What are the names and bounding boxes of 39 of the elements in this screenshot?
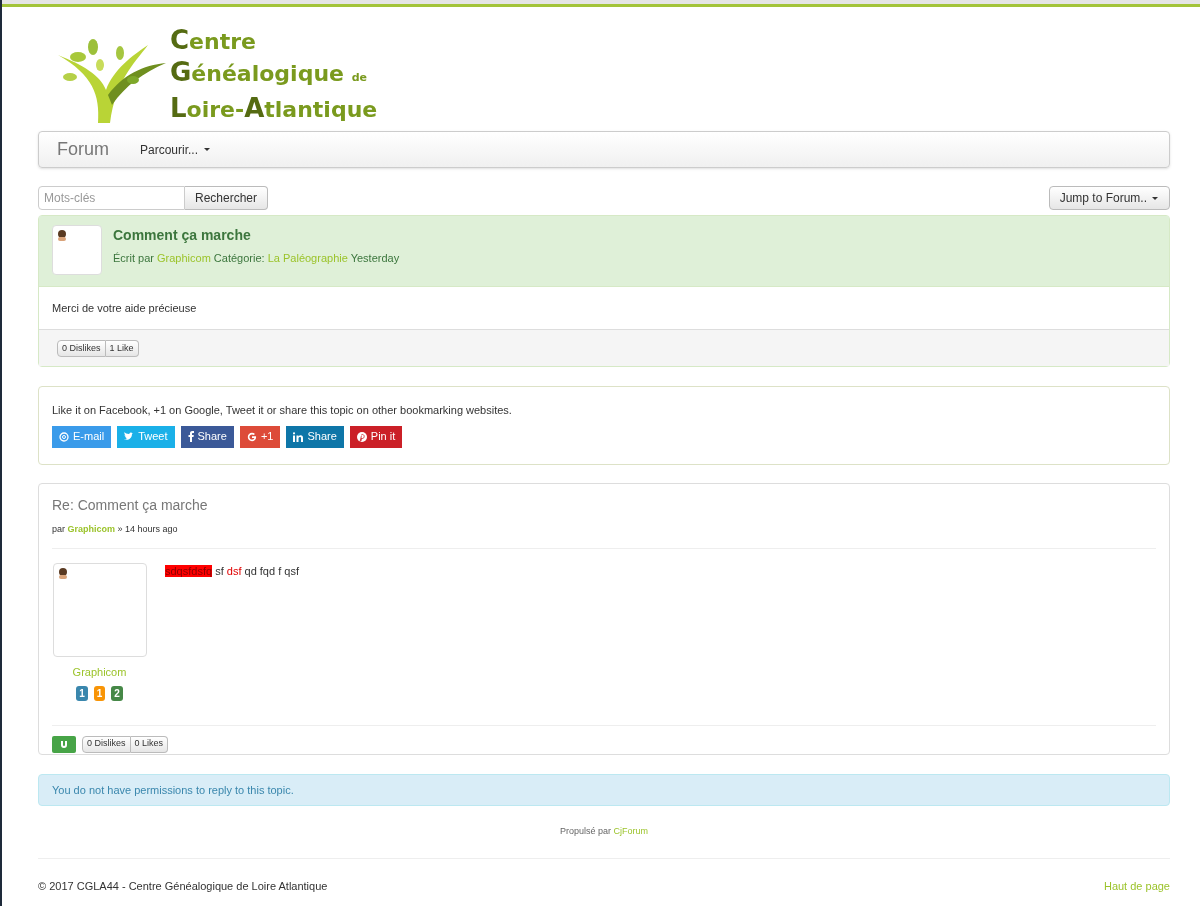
caret-icon — [1151, 195, 1159, 201]
vote-button[interactable]: 1 Like — [105, 340, 139, 357]
google-icon — [246, 431, 257, 442]
vote-button[interactable]: 0 Dislikes — [57, 340, 106, 357]
search-field[interactable]: Mots-clés — [38, 186, 185, 210]
linkedin-icon — [293, 431, 304, 442]
count-badge: 2 — [111, 686, 123, 701]
share-button[interactable]: +1 — [239, 425, 281, 448]
share-button[interactable]: Share — [180, 425, 234, 448]
powered-label: Propulsé par — [559, 826, 612, 836]
jump-button[interactable]: Jump to Forum.. — [1048, 186, 1170, 210]
browse-menu[interactable]: Parcourir... — [140, 140, 212, 159]
pinterest-icon — [356, 431, 367, 442]
share-button[interactable]: E-mail — [52, 425, 112, 448]
permission-alert: You do not have permissions to reply to this topic. — [38, 774, 1170, 806]
user-figure-icon — [56, 229, 68, 241]
vote-button[interactable]: 0 Dislikes — [82, 735, 131, 753]
share-text: Like it on Facebook, +1 on Google, Tweet it or share this topic on other bookmarking websites. — [52, 403, 513, 418]
share-button[interactable]: Pin it — [349, 425, 403, 448]
emphasized-text: dsf — [226, 564, 242, 577]
reply-meta: par Graphicom » 14 hours ago — [52, 523, 1156, 549]
search-button[interactable]: Rechercher — [185, 186, 269, 210]
reply-title: Re: Comment ça marche — [52, 496, 209, 515]
topic-title: Comment ça marche — [113, 226, 252, 245]
caret-icon — [203, 147, 212, 152]
highlighted-text: sdqsfdsfq — [165, 564, 213, 577]
count-badge: 1 — [93, 686, 106, 701]
topic-meta: Écrit par Graphicom Catégorie: La Paléographie Yesterday — [113, 251, 400, 266]
facebook-icon — [187, 431, 194, 442]
post-text: Merci de votre aide précieuse — [52, 302, 197, 314]
user-figure-icon — [56, 566, 69, 579]
vote-button[interactable]: 0 Likes — [130, 735, 169, 753]
brand-link[interactable]: Forum — [57, 136, 109, 163]
share-button[interactable]: Share — [286, 425, 344, 448]
copyright-text: © 2017 CGLA44 - Centre Généalogique de Loire Atlantique — [38, 878, 328, 894]
count-badge: 1 — [76, 686, 88, 701]
bird-icon — [124, 432, 135, 441]
logo-text: Centre Généalogique de Loire-Atlantique — [170, 25, 378, 125]
post-text: sdqsfdsfq sf dsf qd fqd f qsf — [165, 563, 299, 577]
